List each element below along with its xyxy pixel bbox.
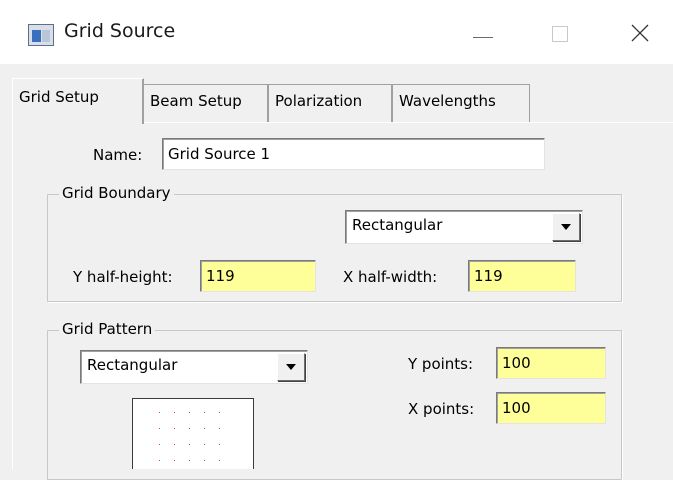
boundary-shape-select[interactable]: Rectangular [345, 210, 583, 244]
y-points-input[interactable]: 100 [496, 347, 606, 379]
app-window-icon [28, 24, 54, 46]
preview-dot [159, 412, 160, 413]
close-icon [631, 24, 649, 42]
x-half-width-label: X half-width: [343, 268, 438, 286]
name-label: Name: [93, 146, 143, 164]
preview-dot [189, 428, 190, 429]
x-points-input[interactable]: 100 [496, 392, 606, 424]
y-half-height-input[interactable]: 119 [200, 260, 316, 292]
preview-dot [189, 460, 190, 461]
x-points-label: X points: [408, 400, 475, 418]
preview-dot [204, 444, 205, 445]
pattern-shape-select[interactable]: Rectangular [80, 350, 308, 384]
x-half-width-input[interactable]: 119 [468, 260, 576, 292]
preview-dot [189, 412, 190, 413]
chevron-down-icon[interactable] [552, 213, 580, 241]
grid-pattern-preview [132, 398, 254, 469]
close-button[interactable] [612, 0, 668, 64]
pattern-shape-value: Rectangular [87, 356, 178, 374]
window-title: Grid Source [64, 20, 176, 42]
preview-dot [219, 444, 220, 445]
y-half-height-label: Y half-height: [73, 268, 173, 286]
preview-dot [189, 444, 190, 445]
title-bar[interactable]: Grid Source [0, 0, 673, 64]
preview-dot [174, 460, 175, 461]
preview-dot [159, 428, 160, 429]
preview-dot [159, 444, 160, 445]
tab-beam-setup[interactable]: Beam Setup [143, 84, 268, 122]
chevron-down-icon[interactable] [277, 353, 305, 381]
tab-wavelengths[interactable]: Wavelengths [392, 84, 530, 122]
maximize-button[interactable] [532, 0, 588, 64]
preview-dot [204, 460, 205, 461]
tab-grid-setup[interactable]: Grid Setup [12, 78, 144, 124]
name-input[interactable]: Grid Source 1 [162, 138, 545, 170]
preview-dot [204, 412, 205, 413]
y-points-label: Y points: [408, 355, 474, 373]
preview-dot [219, 428, 220, 429]
minimize-button[interactable] [451, 0, 507, 64]
grid-boundary-title: Grid Boundary [59, 184, 174, 202]
preview-dot [174, 444, 175, 445]
preview-dot [174, 412, 175, 413]
boundary-shape-value: Rectangular [352, 216, 443, 234]
tab-polarization[interactable]: Polarization [268, 84, 392, 122]
preview-dot [219, 412, 220, 413]
preview-dot [219, 460, 220, 461]
preview-dot [159, 460, 160, 461]
grid-pattern-title: Grid Pattern [59, 320, 156, 338]
preview-dot [174, 428, 175, 429]
preview-dot [204, 428, 205, 429]
